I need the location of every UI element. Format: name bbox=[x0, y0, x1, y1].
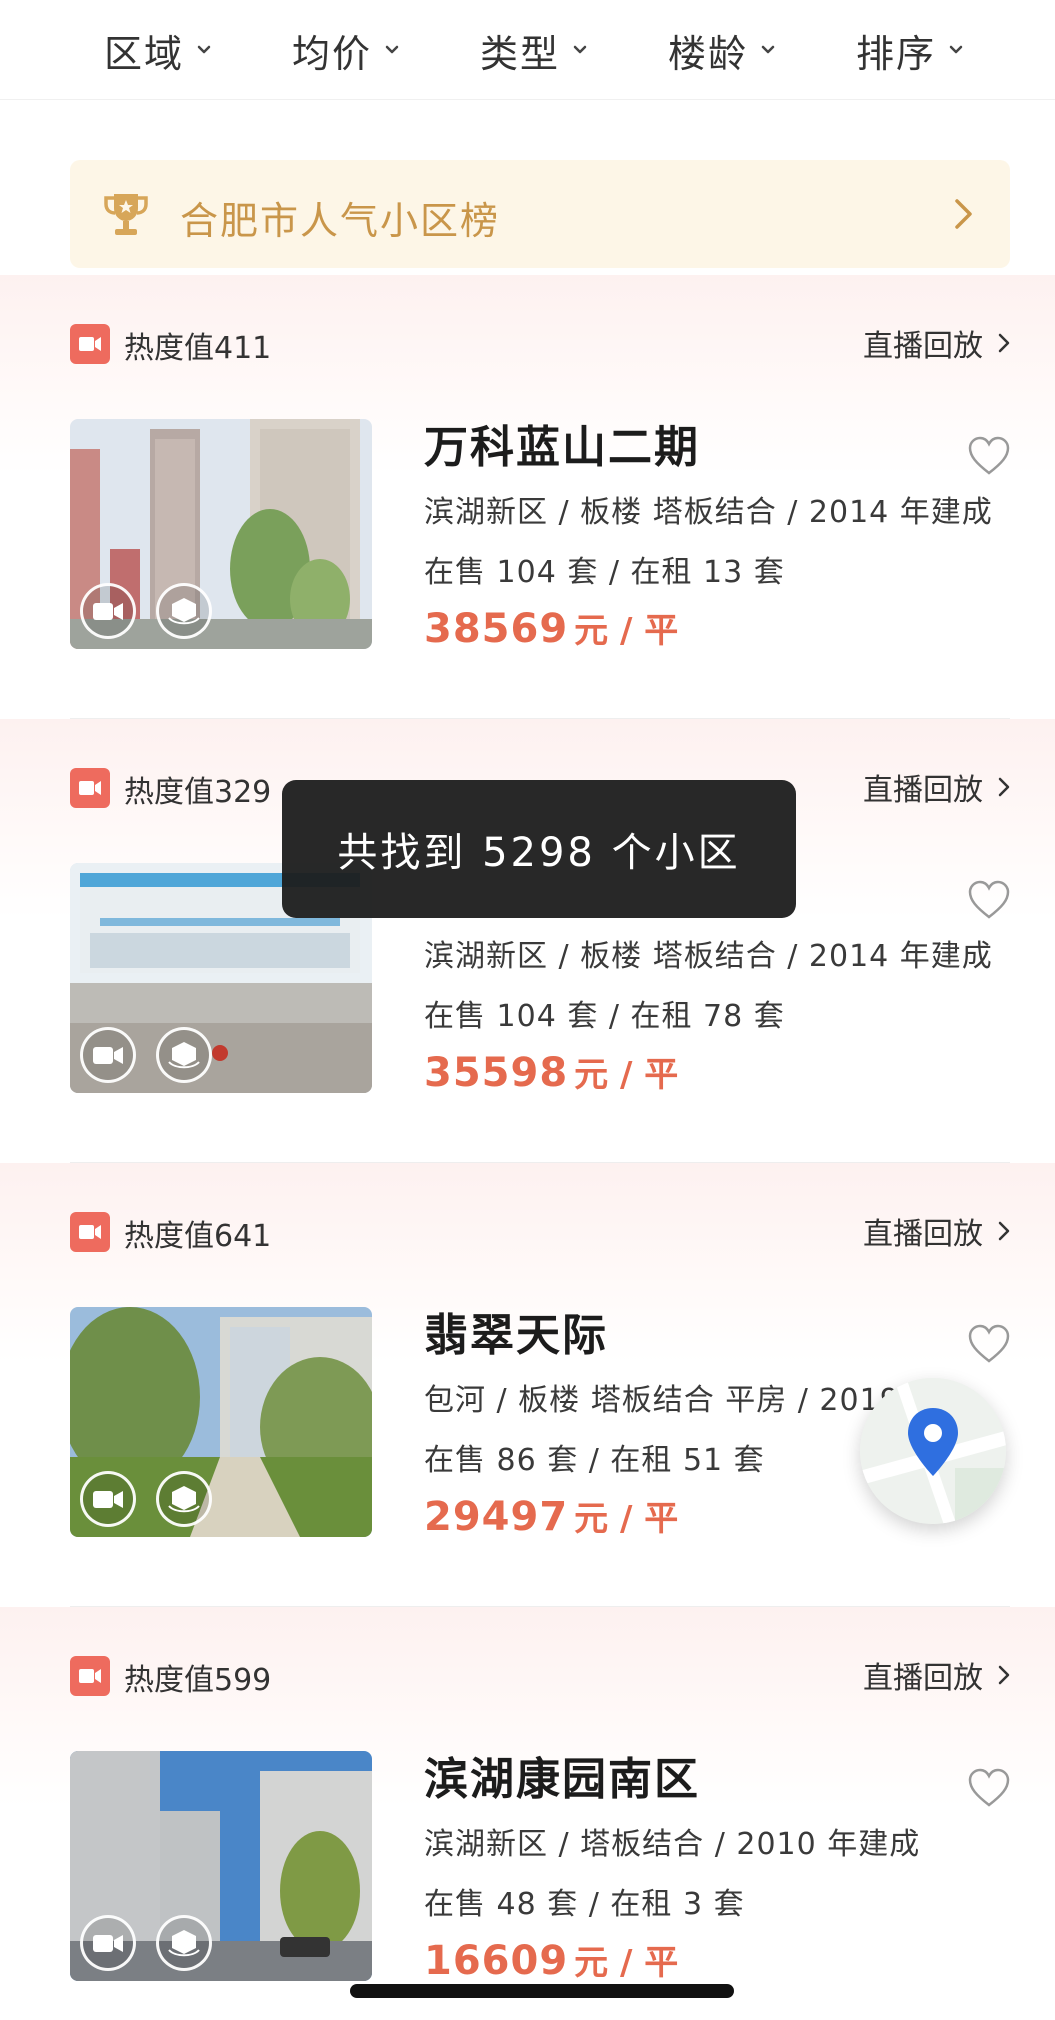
chevron-down-icon bbox=[385, 45, 399, 54]
vr-cube-icon bbox=[168, 1930, 200, 1957]
video-camera-icon bbox=[93, 603, 123, 620]
live-replay-link[interactable]: 直播回放 bbox=[863, 1209, 1011, 1253]
heat-value: 热度值641 bbox=[124, 1219, 272, 1254]
video-tour-button[interactable] bbox=[80, 583, 136, 639]
map-view-button[interactable] bbox=[860, 1378, 1006, 1524]
community-name: 滨湖康园南区 bbox=[424, 1754, 700, 1805]
video-camera-icon bbox=[93, 1047, 123, 1064]
video-tour-button[interactable] bbox=[80, 1027, 136, 1083]
live-replay-link[interactable]: 直播回放 bbox=[863, 321, 1011, 365]
average-price: 38569 元 / 平 bbox=[424, 603, 678, 652]
replay-label: 直播回放 bbox=[863, 1217, 983, 1252]
trophy-icon bbox=[104, 194, 148, 235]
filter-label: 均价 bbox=[292, 31, 373, 76]
community-photo[interactable] bbox=[70, 419, 372, 649]
price-unit: 元 / 平 bbox=[574, 1055, 679, 1095]
live-video-icon bbox=[70, 1212, 110, 1252]
chevron-right-icon bbox=[998, 777, 1010, 797]
result-count-toast: 共找到 5298 个小区 bbox=[282, 780, 796, 918]
chevron-down-icon bbox=[949, 45, 963, 54]
heat-value: 热度值329 bbox=[124, 775, 272, 810]
banner-title: 合肥市人气小区榜 bbox=[180, 199, 501, 243]
listing-card[interactable]: 热度值411 直播回放 万科蓝山二期 滨湖新区 / 板楼 塔板结合 / 2014… bbox=[0, 275, 1055, 719]
toast-text: 共找到 5298 个小区 bbox=[337, 830, 741, 876]
filter-label: 楼龄 bbox=[668, 31, 749, 76]
price-value: 29497 bbox=[424, 1494, 569, 1540]
price-value: 38569 bbox=[424, 606, 569, 652]
video-tour-button[interactable] bbox=[80, 1471, 136, 1527]
favorite-heart-icon[interactable] bbox=[966, 1767, 1012, 1809]
vr-tour-button[interactable] bbox=[156, 1915, 212, 1971]
replay-label: 直播回放 bbox=[863, 773, 983, 808]
vr-cube-icon bbox=[168, 598, 200, 625]
filter-label: 排序 bbox=[856, 31, 937, 76]
vr-cube-icon bbox=[168, 1042, 200, 1069]
chevron-right-icon bbox=[955, 199, 972, 229]
chevron-right-icon bbox=[998, 1665, 1010, 1685]
sale-rent-count: 在售 104 套 / 在租 78 套 bbox=[424, 999, 785, 1034]
sale-rent-count: 在售 104 套 / 在租 13 套 bbox=[424, 555, 785, 590]
filter-bar: 区域 均价 类型 楼龄 排序 bbox=[0, 0, 1055, 100]
vr-tour-button[interactable] bbox=[156, 1471, 212, 1527]
favorite-heart-icon[interactable] bbox=[966, 435, 1012, 477]
community-name: 翡翠天际 bbox=[424, 1310, 608, 1361]
filter-label: 类型 bbox=[480, 31, 561, 76]
chevron-right-icon bbox=[998, 1221, 1010, 1241]
community-info: 滨湖新区 / 塔板结合 / 2010 年建成 bbox=[424, 1827, 921, 1862]
popular-ranking-banner[interactable]: 合肥市人气小区榜 bbox=[70, 160, 1010, 268]
replay-label: 直播回放 bbox=[863, 1661, 983, 1696]
filter-price[interactable]: 均价 bbox=[292, 22, 400, 78]
favorite-heart-icon[interactable] bbox=[966, 1323, 1012, 1365]
chevron-right-icon bbox=[998, 333, 1010, 353]
community-photo[interactable] bbox=[70, 1307, 372, 1537]
chevron-down-icon bbox=[761, 45, 775, 54]
filter-region[interactable]: 区域 bbox=[104, 22, 212, 78]
price-value: 16609 bbox=[424, 1938, 569, 1984]
filter-sort[interactable]: 排序 bbox=[856, 22, 964, 78]
video-camera-icon bbox=[93, 1491, 123, 1508]
price-unit: 元 / 平 bbox=[574, 611, 679, 651]
average-price: 16609 元 / 平 bbox=[424, 1935, 678, 1984]
filter-label: 区域 bbox=[104, 31, 185, 76]
price-unit: 元 / 平 bbox=[574, 1943, 679, 1983]
filter-age[interactable]: 楼龄 bbox=[668, 22, 776, 78]
sale-rent-count: 在售 86 套 / 在租 51 套 bbox=[424, 1443, 765, 1478]
video-camera-icon bbox=[93, 1935, 123, 1952]
live-video-icon bbox=[70, 768, 110, 808]
chevron-down-icon bbox=[573, 45, 587, 54]
filter-type[interactable]: 类型 bbox=[480, 22, 588, 78]
community-photo[interactable] bbox=[70, 1751, 372, 1981]
live-replay-link[interactable]: 直播回放 bbox=[863, 1653, 1011, 1697]
price-value: 35598 bbox=[424, 1050, 569, 1096]
average-price: 29497 元 / 平 bbox=[424, 1491, 678, 1540]
vr-cube-icon bbox=[168, 1486, 200, 1513]
vr-tour-button[interactable] bbox=[156, 583, 212, 639]
listing-card[interactable]: 热度值599 直播回放 滨湖康园南区 滨湖新区 / 塔板结合 / 2010 年建… bbox=[0, 1607, 1055, 2020]
chevron-down-icon bbox=[197, 45, 211, 54]
favorite-heart-icon[interactable] bbox=[966, 879, 1012, 921]
live-video-icon bbox=[70, 324, 110, 364]
community-name: 万科蓝山二期 bbox=[424, 422, 700, 473]
live-video-icon bbox=[70, 1656, 110, 1696]
live-replay-link[interactable]: 直播回放 bbox=[863, 765, 1011, 809]
average-price: 35598 元 / 平 bbox=[424, 1047, 678, 1096]
map-pin-icon bbox=[860, 1378, 1006, 1524]
heat-value: 热度值599 bbox=[124, 1663, 272, 1698]
price-unit: 元 / 平 bbox=[574, 1499, 679, 1539]
vr-tour-button[interactable] bbox=[156, 1027, 212, 1083]
community-info: 滨湖新区 / 板楼 塔板结合 / 2014 年建成 bbox=[424, 939, 993, 974]
community-info: 滨湖新区 / 板楼 塔板结合 / 2014 年建成 bbox=[424, 495, 993, 530]
heat-value: 热度值411 bbox=[124, 331, 272, 366]
sale-rent-count: 在售 48 套 / 在租 3 套 bbox=[424, 1887, 745, 1922]
replay-label: 直播回放 bbox=[863, 329, 983, 364]
home-indicator bbox=[350, 1984, 734, 1998]
video-tour-button[interactable] bbox=[80, 1915, 136, 1971]
